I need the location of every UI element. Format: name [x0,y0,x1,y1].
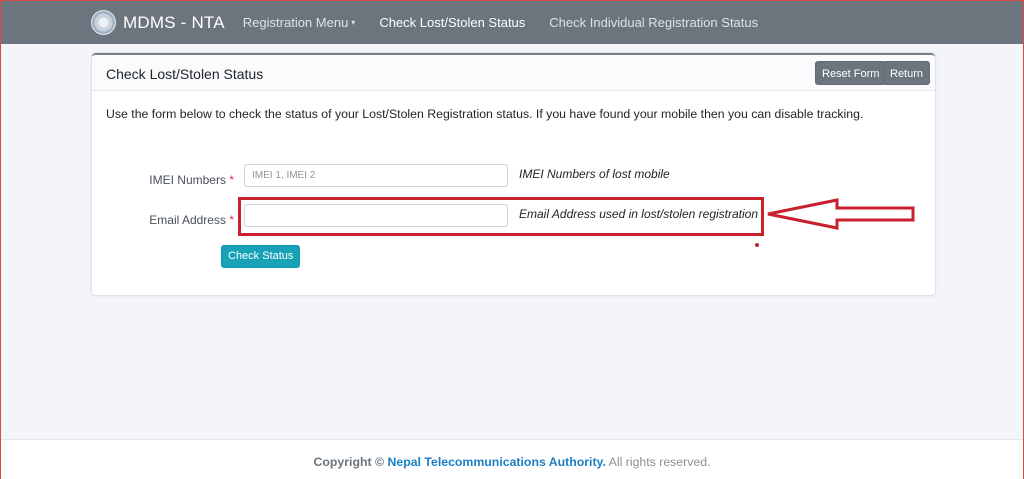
imei-help-text: IMEI Numbers of lost mobile [519,167,670,181]
annotation-highlight-box [238,197,764,236]
brand-title: MDMS - NTA [123,12,225,32]
status-card: Check Lost/Stolen Status Reset Form Retu… [91,52,936,296]
copyright-text: Copyright © [313,455,385,469]
nta-seal-icon [91,10,116,35]
nav-check-lost-stolen-status[interactable]: Check Lost/Stolen Status [379,15,525,30]
imei-label: IMEI Numbers * [94,173,234,187]
nav-check-individual-registration-status[interactable]: Check Individual Registration Status [549,15,758,30]
annotation-arrow-icon [767,198,915,230]
return-button[interactable]: Return [883,61,931,85]
nav-registration-menu-label: Registration Menu [242,15,349,30]
imei-label-text: IMEI Numbers [149,173,226,187]
required-marker: * [229,213,234,227]
check-status-button[interactable]: Check Status [221,245,301,268]
email-label: Email Address * [94,213,234,227]
nav-registration-menu[interactable]: Registration Menu ▾ [243,15,356,30]
nta-footer-link[interactable]: Nepal Telecommunications Authority. [387,455,605,469]
imei-input[interactable]: IMEI 1, IMEI 2 [244,164,508,187]
intro-text: Use the form below to check the status o… [106,107,864,121]
required-marker: * [229,173,234,187]
brand[interactable]: MDMS - NTA [91,10,225,35]
card-header: Check Lost/Stolen Status Reset Form Retu… [92,53,935,91]
reset-form-button[interactable]: Reset Form [815,61,887,85]
annotation-dot [755,243,759,247]
page-footer: Copyright © Nepal Telecommunications Aut… [1,439,1023,479]
page-title: Check Lost/Stolen Status [106,66,264,82]
email-label-text: Email Address [149,213,226,227]
top-navbar: MDMS - NTA Registration Menu ▾ Check Lost… [1,1,1023,44]
rights-text: All rights reserved. [608,455,711,469]
chevron-down-icon: ▾ [351,18,356,27]
